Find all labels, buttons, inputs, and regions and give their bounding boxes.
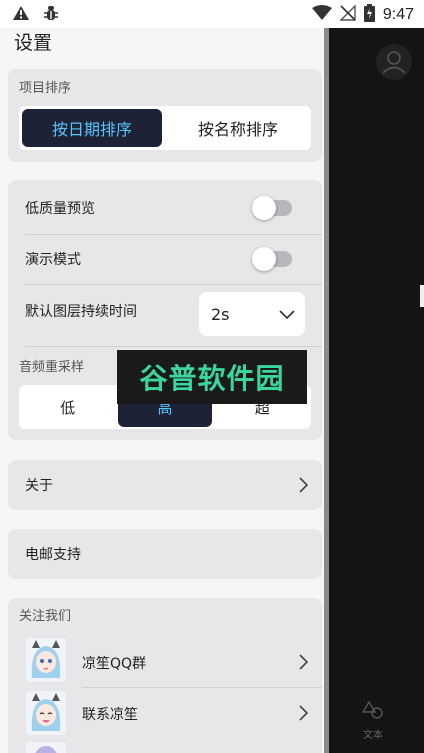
follow-us-label: 关注我们	[19, 609, 72, 624]
chevron-right-icon	[299, 477, 308, 493]
qq-group-row[interactable]: 凉笙QQ群	[8, 636, 322, 688]
clock-time: 9:47	[382, 6, 414, 23]
demo-mode-label: 演示模式	[25, 252, 81, 268]
contact-row[interactable]: 联系凉笙	[8, 689, 322, 741]
about-row-content: 关于	[8, 460, 322, 510]
low-quality-preview-row: 低质量预览	[8, 183, 322, 233]
wifi-icon	[311, 5, 332, 25]
watermark-logo: 谷普软件园	[117, 350, 307, 404]
user-icon	[382, 51, 406, 74]
chevron-down-icon	[279, 310, 295, 320]
about-label: 关于	[25, 478, 53, 494]
layer-duration-value: 2s	[211, 304, 230, 324]
avatar	[26, 691, 66, 735]
bottom-tab-text[interactable]: 文本	[355, 700, 391, 741]
drawer-title: 设置	[14, 32, 53, 54]
bug-icon	[42, 4, 60, 26]
profile-avatar-button[interactable]	[376, 44, 412, 80]
sort-segmented-control: 按日期排序 按名称排序	[19, 106, 311, 150]
contact-label: 联系凉笙	[82, 707, 138, 723]
no-signal-icon	[339, 4, 356, 25]
main-canvas-area	[328, 28, 424, 753]
watermark-text: 谷普软件园	[139, 362, 285, 395]
sort-card: 项目排序 按日期排序 按名称排序	[8, 69, 322, 162]
drawer-scrollbar[interactable]	[324, 28, 329, 753]
demo-mode-toggle[interactable]	[252, 247, 292, 271]
edge-handle	[420, 285, 424, 307]
sort-by-name-option[interactable]: 按名称排序	[168, 109, 308, 147]
email-support-row[interactable]: 电邮支持	[8, 529, 322, 579]
about-row[interactable]: 关于	[8, 460, 322, 510]
email-support-label: 电邮支持	[25, 547, 81, 563]
email-support-row-content: 电邮支持	[8, 529, 322, 579]
resample-low-option[interactable]: 低	[21, 387, 114, 427]
warning-icon	[12, 5, 30, 25]
chevron-right-icon	[299, 654, 308, 670]
follow-us-card: 关注我们 凉笙QQ群 联系凉笙	[8, 598, 322, 753]
qq-group-label: 凉笙QQ群	[82, 656, 147, 672]
shapes-icon	[361, 700, 383, 719]
sort-by-date-option[interactable]: 按日期排序	[22, 109, 162, 147]
low-quality-preview-label: 低质量预览	[25, 201, 95, 217]
sort-section-label: 项目排序	[19, 81, 72, 96]
low-quality-preview-toggle[interactable]	[252, 196, 292, 220]
audio-resample-label: 音频重采样	[19, 360, 85, 375]
avatar	[26, 638, 66, 682]
layer-duration-select[interactable]: 2s	[199, 292, 305, 336]
bottom-tab-label: 文本	[363, 730, 383, 741]
battery-charging-icon	[363, 4, 375, 26]
avatar	[26, 742, 66, 753]
divider	[25, 284, 322, 285]
default-layer-duration-label: 默认图层持续时间	[25, 304, 137, 320]
divider	[25, 346, 322, 347]
demo-mode-row: 演示模式	[8, 234, 322, 284]
divider	[82, 687, 322, 688]
status-bar: 9:47	[0, 0, 424, 28]
chevron-right-icon	[299, 705, 308, 721]
